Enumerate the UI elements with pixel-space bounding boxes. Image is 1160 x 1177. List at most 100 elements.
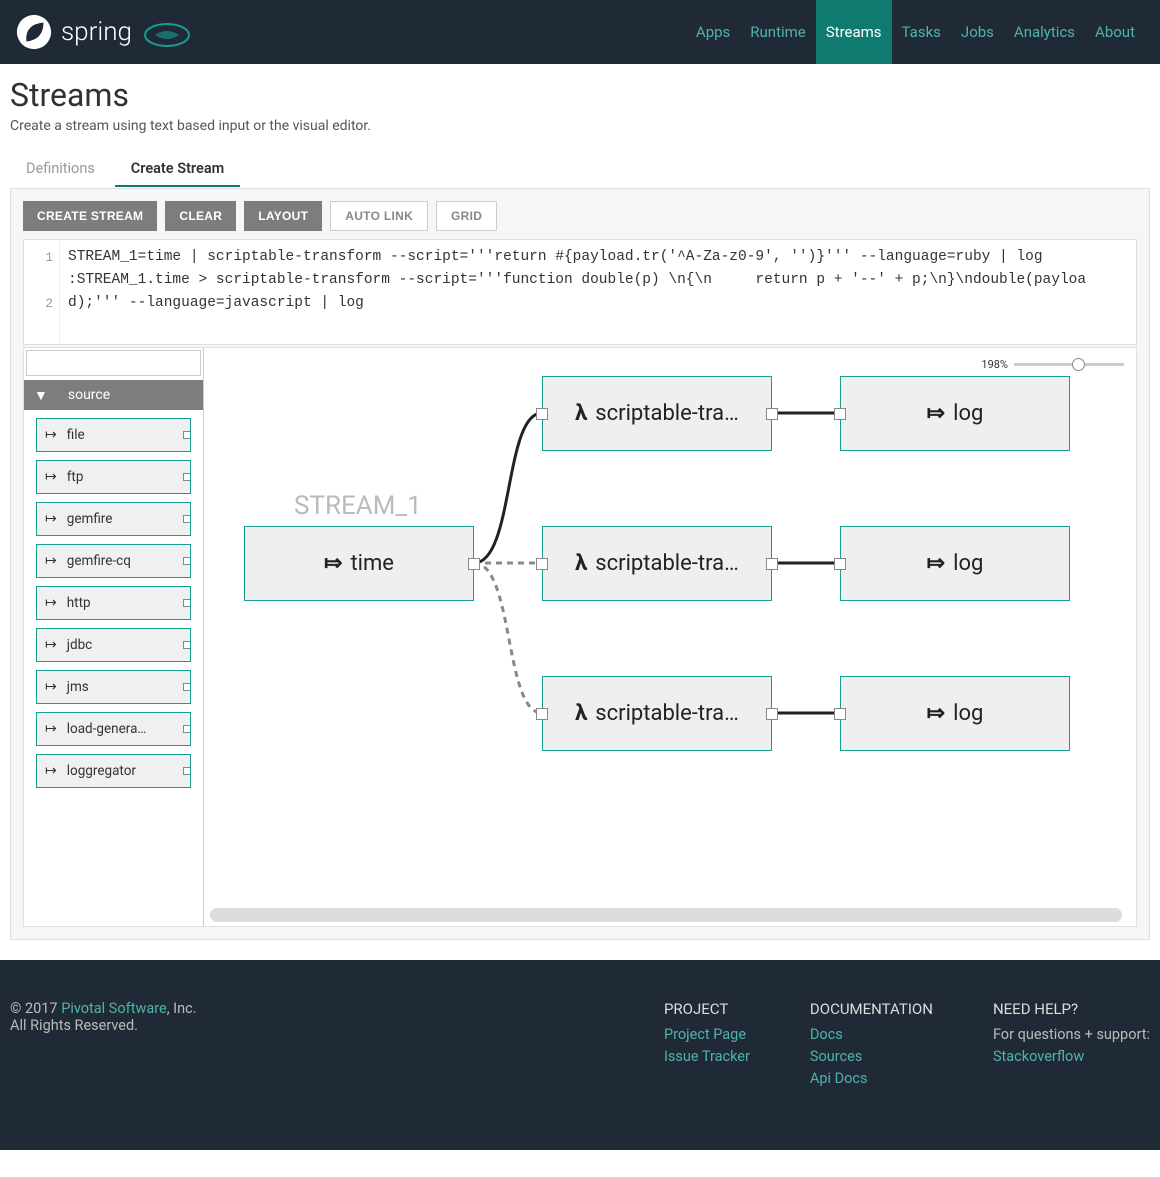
sources-link[interactable]: Sources bbox=[810, 1048, 862, 1065]
nav-analytics[interactable]: Analytics bbox=[1004, 0, 1085, 64]
zoom-control[interactable]: 198% bbox=[981, 358, 1124, 371]
stream-name-label: STREAM_1 bbox=[294, 491, 422, 521]
flow-canvas[interactable]: 198% STREAM_1 ⤇ time bbox=[204, 348, 1136, 926]
palette-section-label: source bbox=[68, 387, 110, 403]
layout-button[interactable]: Layout bbox=[244, 201, 322, 231]
mapsto-icon: ↦ bbox=[45, 595, 57, 611]
mapsto-icon: ⤇ bbox=[927, 401, 945, 426]
horizontal-scrollbar[interactable] bbox=[210, 908, 1122, 922]
footer-project: PROJECT Project Page Issue Tracker bbox=[664, 1000, 750, 1090]
mapsto-icon: ↦ bbox=[45, 721, 57, 737]
palette-section-header[interactable]: ▼ source bbox=[24, 380, 203, 410]
palette-item-loggregator[interactable]: ↦loggregator bbox=[36, 754, 191, 788]
tab-definitions[interactable]: Definitions bbox=[10, 152, 111, 185]
lambda-icon: λ bbox=[575, 551, 587, 576]
node-label: time bbox=[350, 551, 394, 576]
cloud-icon bbox=[140, 15, 194, 49]
input-port[interactable] bbox=[834, 558, 846, 570]
node-label: scriptable-tra… bbox=[595, 701, 739, 726]
mapsto-icon: ⤇ bbox=[927, 701, 945, 726]
palette-item-jms[interactable]: ↦jms bbox=[36, 670, 191, 704]
port-icon bbox=[183, 599, 191, 607]
mapsto-icon: ↦ bbox=[45, 469, 57, 485]
page-title: Streams bbox=[10, 76, 1150, 114]
clear-button[interactable]: Clear bbox=[165, 201, 236, 231]
palette-item-gemfire[interactable]: ↦gemfire bbox=[36, 502, 191, 536]
project-page-link[interactable]: Project Page bbox=[664, 1026, 746, 1043]
mapsto-icon: ⤇ bbox=[324, 551, 342, 576]
port-icon bbox=[183, 515, 191, 523]
page-body: Streams Create a stream using text based… bbox=[0, 64, 1160, 960]
node-label: log bbox=[953, 401, 983, 426]
node-scriptable-2[interactable]: λ scriptable-tra… bbox=[542, 526, 772, 601]
toolbar: Create Stream Clear Layout Auto Link Gri… bbox=[23, 201, 1137, 231]
mapsto-icon: ↦ bbox=[45, 427, 57, 443]
nav-runtime[interactable]: Runtime bbox=[740, 0, 815, 64]
code-text[interactable]: STREAM_1=time | scriptable-transform --s… bbox=[60, 240, 1136, 344]
main-nav: Apps Runtime Streams Tasks Jobs Analytic… bbox=[686, 0, 1145, 64]
input-port[interactable] bbox=[536, 708, 548, 720]
editor-frame: Create Stream Clear Layout Auto Link Gri… bbox=[10, 188, 1150, 940]
palette-list[interactable]: ↦file ↦ftp ↦gemfire ↦gemfire-cq ↦http ↦j… bbox=[24, 410, 203, 926]
tab-create-stream[interactable]: Create Stream bbox=[115, 152, 240, 187]
dsl-text-editor[interactable]: 12 STREAM_1=time | scriptable-transform … bbox=[23, 239, 1137, 345]
nav-apps[interactable]: Apps bbox=[686, 0, 740, 64]
zoom-value: 198% bbox=[981, 358, 1008, 371]
port-icon bbox=[183, 431, 191, 439]
output-port[interactable] bbox=[468, 558, 480, 570]
brand-text: spring bbox=[61, 17, 132, 47]
output-port[interactable] bbox=[766, 408, 778, 420]
input-port[interactable] bbox=[536, 558, 548, 570]
nav-streams[interactable]: Streams bbox=[816, 0, 892, 64]
node-scriptable-1[interactable]: λ scriptable-tra… bbox=[542, 376, 772, 451]
api-docs-link[interactable]: Api Docs bbox=[810, 1070, 868, 1087]
node-label: scriptable-tra… bbox=[595, 401, 739, 426]
palette-item-ftp[interactable]: ↦ftp bbox=[36, 460, 191, 494]
palette-item-jdbc[interactable]: ↦jdbc bbox=[36, 628, 191, 662]
node-log-3[interactable]: ⤇ log bbox=[840, 676, 1070, 751]
palette-item-load-generator[interactable]: ↦load-genera… bbox=[36, 712, 191, 746]
autolink-button[interactable]: Auto Link bbox=[330, 201, 428, 231]
issue-tracker-link[interactable]: Issue Tracker bbox=[664, 1048, 750, 1065]
pivotal-link[interactable]: Pivotal Software bbox=[61, 1000, 167, 1017]
palette-item-gemfire-cq[interactable]: ↦gemfire-cq bbox=[36, 544, 191, 578]
output-port[interactable] bbox=[766, 558, 778, 570]
spring-leaf-icon bbox=[15, 13, 53, 51]
node-label: log bbox=[953, 701, 983, 726]
nav-tasks[interactable]: Tasks bbox=[892, 0, 951, 64]
footer: © 2017 Pivotal Software, Inc. All Rights… bbox=[0, 960, 1160, 1150]
page-subtitle: Create a stream using text based input o… bbox=[10, 118, 1150, 134]
docs-link[interactable]: Docs bbox=[810, 1026, 843, 1043]
port-icon bbox=[183, 641, 191, 649]
node-log-1[interactable]: ⤇ log bbox=[840, 376, 1070, 451]
nav-jobs[interactable]: Jobs bbox=[951, 0, 1004, 64]
create-stream-button[interactable]: Create Stream bbox=[23, 201, 157, 231]
zoom-slider[interactable] bbox=[1014, 363, 1124, 366]
output-port[interactable] bbox=[766, 708, 778, 720]
palette-item-file[interactable]: ↦file bbox=[36, 418, 191, 452]
line-gutter: 12 bbox=[24, 240, 60, 344]
mapsto-icon: ⤇ bbox=[927, 551, 945, 576]
nav-about[interactable]: About bbox=[1085, 0, 1145, 64]
node-scriptable-3[interactable]: λ scriptable-tra… bbox=[542, 676, 772, 751]
grid-button[interactable]: Grid bbox=[436, 201, 497, 231]
palette-item-http[interactable]: ↦http bbox=[36, 586, 191, 620]
mapsto-icon: ↦ bbox=[45, 511, 57, 527]
palette-search-input[interactable] bbox=[26, 350, 201, 376]
port-icon bbox=[183, 473, 191, 481]
footer-help: NEED HELP? For questions + support: Stac… bbox=[993, 1000, 1150, 1090]
port-icon bbox=[183, 557, 191, 565]
port-icon bbox=[183, 725, 191, 733]
node-label: scriptable-tra… bbox=[595, 551, 739, 576]
footer-copyright: © 2017 Pivotal Software, Inc. All Rights… bbox=[10, 1000, 604, 1090]
node-log-2[interactable]: ⤇ log bbox=[840, 526, 1070, 601]
stackoverflow-link[interactable]: Stackoverflow bbox=[993, 1048, 1084, 1065]
node-time[interactable]: ⤇ time bbox=[244, 526, 474, 601]
mapsto-icon: ↦ bbox=[45, 553, 57, 569]
input-port[interactable] bbox=[536, 408, 548, 420]
input-port[interactable] bbox=[834, 408, 846, 420]
palette: ▼ source ↦file ↦ftp ↦gemfire ↦gemfire-cq… bbox=[24, 348, 204, 926]
input-port[interactable] bbox=[834, 708, 846, 720]
chevron-down-icon: ▼ bbox=[34, 387, 48, 404]
zoom-thumb[interactable] bbox=[1072, 358, 1085, 371]
